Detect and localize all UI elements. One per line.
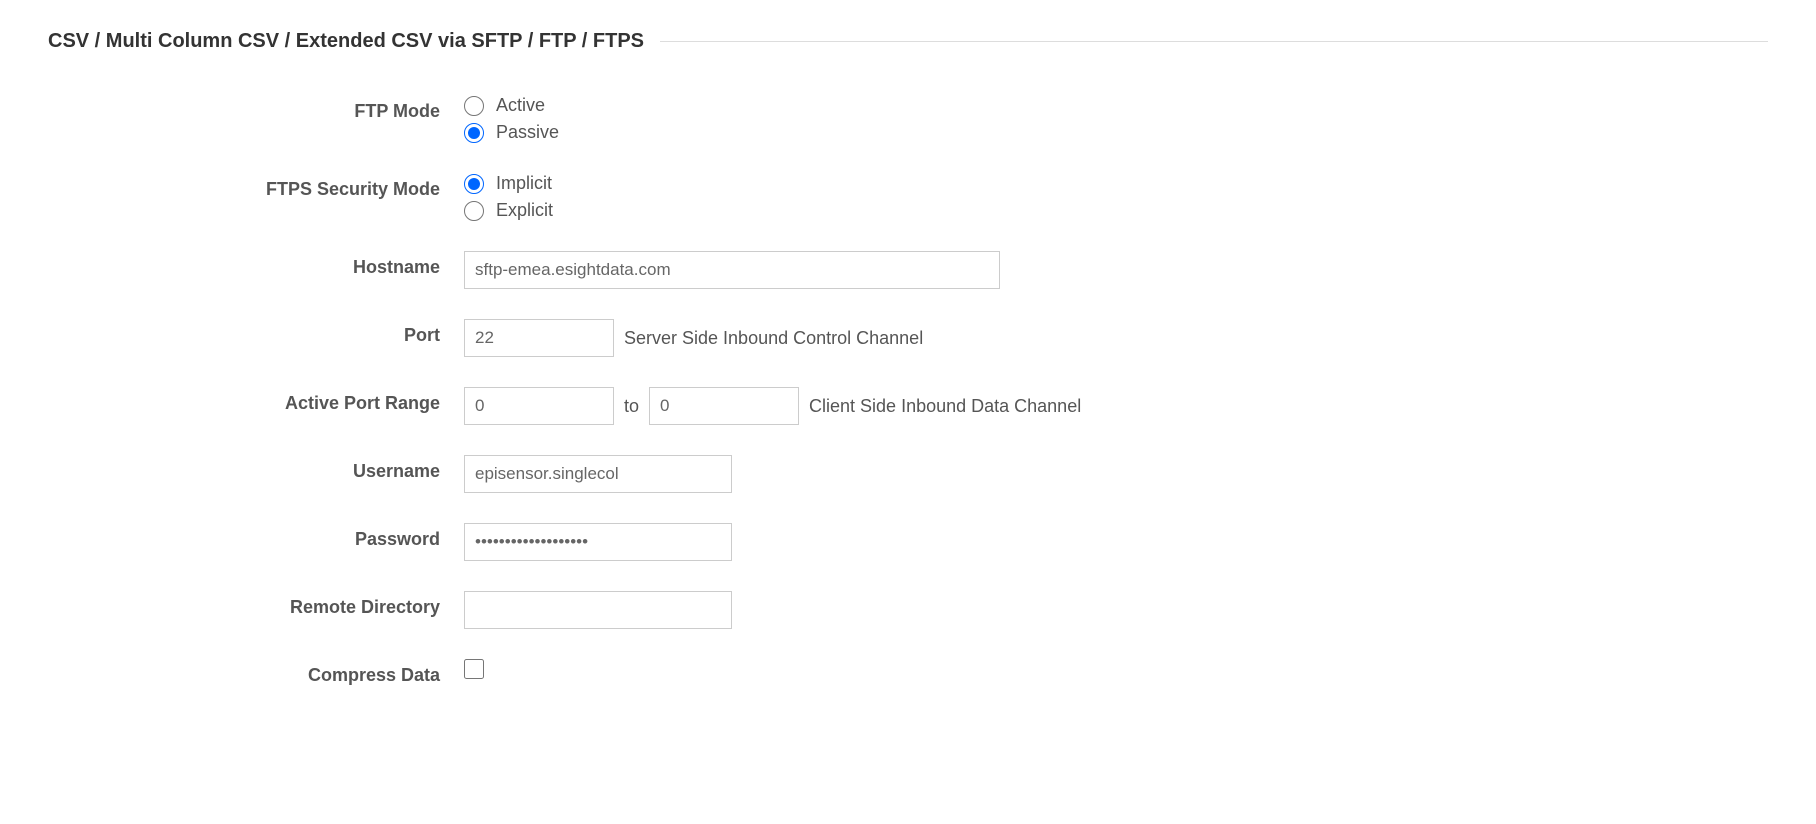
row-compress-data: Compress Data — [48, 659, 1768, 686]
row-username: Username — [48, 455, 1768, 493]
compress-data-checkbox[interactable] — [464, 659, 484, 679]
row-remote-directory: Remote Directory — [48, 591, 1768, 629]
remote-directory-input[interactable] — [464, 591, 732, 629]
label-username: Username — [48, 455, 464, 482]
row-port: Port Server Side Inbound Control Channel — [48, 319, 1768, 357]
label-remote-directory: Remote Directory — [48, 591, 464, 618]
password-input[interactable] — [464, 523, 732, 561]
radio-label-passive: Passive — [496, 122, 559, 143]
radio-label-explicit: Explicit — [496, 200, 553, 221]
row-ftp-mode: FTP Mode Active Passive — [48, 95, 1768, 143]
username-input[interactable] — [464, 455, 732, 493]
section-title: CSV / Multi Column CSV / Extended CSV vi… — [48, 30, 660, 53]
radio-ftps-implicit[interactable]: Implicit — [464, 173, 553, 194]
label-ftps-security-mode: FTPS Security Mode — [48, 173, 464, 200]
row-active-port-range: Active Port Range to Client Side Inbound… — [48, 387, 1768, 425]
row-ftps-security-mode: FTPS Security Mode Implicit Explicit — [48, 173, 1768, 221]
radio-ftps-explicit[interactable]: Explicit — [464, 200, 553, 221]
radio-input-active[interactable] — [464, 96, 484, 116]
radio-label-active: Active — [496, 95, 545, 116]
port-input[interactable] — [464, 319, 614, 357]
label-hostname: Hostname — [48, 251, 464, 278]
section-rule — [660, 41, 1768, 42]
hostname-input[interactable] — [464, 251, 1000, 289]
section-header: CSV / Multi Column CSV / Extended CSV vi… — [48, 30, 1768, 53]
label-port: Port — [48, 319, 464, 346]
port-help-text: Server Side Inbound Control Channel — [624, 328, 923, 349]
row-hostname: Hostname — [48, 251, 1768, 289]
radio-input-passive[interactable] — [464, 123, 484, 143]
port-range-help-text: Client Side Inbound Data Channel — [809, 396, 1081, 417]
active-port-to-input[interactable] — [649, 387, 799, 425]
label-ftp-mode: FTP Mode — [48, 95, 464, 122]
radio-ftp-mode-passive[interactable]: Passive — [464, 122, 559, 143]
port-range-to-text: to — [624, 396, 639, 417]
radio-input-explicit[interactable] — [464, 201, 484, 221]
radio-label-implicit: Implicit — [496, 173, 552, 194]
label-password: Password — [48, 523, 464, 550]
label-active-port-range: Active Port Range — [48, 387, 464, 414]
row-password: Password — [48, 523, 1768, 561]
active-port-from-input[interactable] — [464, 387, 614, 425]
radio-input-implicit[interactable] — [464, 174, 484, 194]
radio-ftp-mode-active[interactable]: Active — [464, 95, 559, 116]
label-compress-data: Compress Data — [48, 659, 464, 686]
